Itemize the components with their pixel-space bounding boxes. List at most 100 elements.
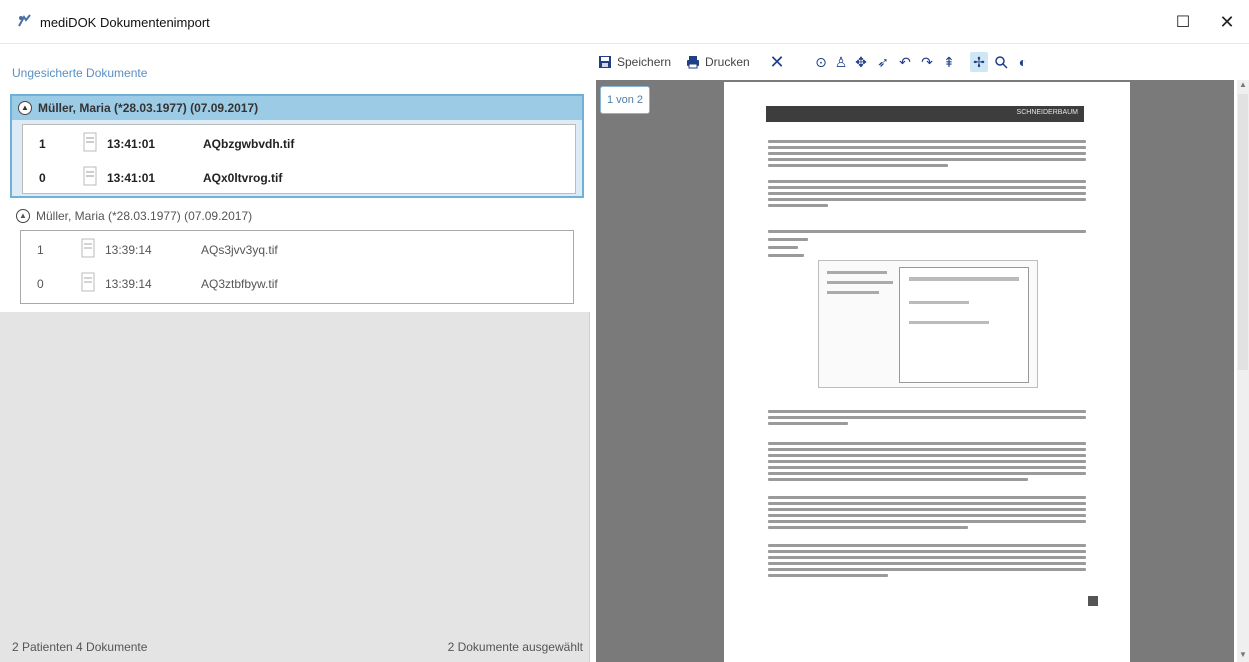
text-line [768, 254, 804, 257]
text-line [768, 568, 1086, 571]
print-button[interactable]: Drucken [684, 52, 750, 72]
page-indicator: 1 von 2 [600, 86, 650, 114]
text-line [768, 544, 1086, 547]
pan-button[interactable]: ➶ [874, 52, 892, 72]
patient-group-header[interactable]: ▲ Müller, Maria (*28.03.1977) (07.09.201… [12, 96, 582, 120]
text-line [768, 556, 1086, 559]
rotate-right-icon: ↷ [921, 53, 933, 70]
target-icon: ⊙ [815, 53, 827, 70]
text-line [768, 502, 1086, 505]
text-line [768, 520, 1086, 523]
text-line [768, 454, 1086, 457]
scroll-down-icon[interactable]: ▼ [1237, 650, 1249, 662]
text-line [768, 164, 948, 167]
text-line [768, 186, 1086, 189]
text-line [768, 204, 828, 207]
document-thumbnail-icon [81, 272, 95, 292]
arrow-icon: ➶ [877, 53, 889, 70]
document-header-bar: SCHNEIDERBAUM [766, 106, 1084, 122]
text-line [768, 198, 1086, 201]
document-list-panel: Ungesicherte Dokumente ▲ Müller, Maria (… [0, 44, 590, 662]
delete-button[interactable]: ✕ [768, 52, 786, 72]
text-line [768, 180, 1086, 183]
contrast-button[interactable]: ◐ [1014, 52, 1032, 72]
fit-button[interactable]: ✢ [970, 52, 988, 72]
text-line [768, 574, 888, 577]
vertical-scrollbar[interactable]: ▲ ▼ [1237, 80, 1249, 662]
text-line [768, 496, 1086, 499]
document-rows: 1 13:41:01 AQbzgwbvdh.tif 0 13:41:01 AQx… [22, 124, 576, 194]
embedded-screenshot [818, 260, 1038, 388]
text-line [768, 192, 1086, 195]
patient-title: Müller, Maria (*28.03.1977) (07.09.2017) [38, 101, 259, 115]
zoom-button[interactable] [992, 52, 1010, 72]
window-title: mediDOK Dokumentenimport [40, 15, 210, 30]
flip-icon: ⇞ [943, 53, 955, 70]
document-row[interactable]: 0 13:39:14 AQ3ztbfbyw.tif [21, 267, 573, 301]
text-line [768, 562, 1086, 565]
move-icon: ✥ [855, 53, 867, 70]
text-line [768, 410, 1086, 413]
preview-panel: Speichern Drucken ✕ ⊙ ♙ ✥ ➶ ↶ ↷ ⇞ ✢ ◐ 1 … [590, 44, 1249, 662]
stamp-button[interactable]: ♙ [832, 52, 850, 72]
text-line [768, 238, 808, 241]
stamp-icon: ♙ [834, 53, 848, 70]
collapse-icon[interactable]: ▲ [16, 209, 30, 223]
text-line [768, 140, 1086, 143]
text-line [768, 550, 1086, 553]
document-thumbnail-icon [81, 238, 95, 258]
text-line [768, 466, 1086, 469]
move-button[interactable]: ✥ [852, 52, 870, 72]
text-line [768, 460, 1086, 463]
patient-title: Müller, Maria (*28.03.1977) (07.09.2017) [36, 209, 253, 223]
text-line [768, 152, 1086, 155]
collapse-icon[interactable]: ▲ [18, 101, 32, 115]
status-patients: 2 Patienten 4 Dokumente [12, 640, 148, 654]
document-header-title: SCHNEIDERBAUM [1016, 109, 1078, 116]
patient-group-2[interactable]: ▲ Müller, Maria (*28.03.1977) (07.09.201… [10, 204, 584, 306]
text-line [768, 472, 1086, 475]
printer-icon [684, 53, 702, 71]
rotate-left-button[interactable]: ↶ [896, 52, 914, 72]
app-icon [18, 14, 31, 27]
text-line [768, 146, 1086, 149]
text-line [768, 526, 968, 529]
text-line [768, 442, 1086, 445]
zoom-icon [992, 53, 1010, 71]
status-selected: 2 Dokumente ausgewählt [447, 640, 583, 654]
scroll-up-icon[interactable]: ▲ [1237, 80, 1249, 92]
document-rows: 1 13:39:14 AQs3jvv3yq.tif 0 13:39:14 AQ3… [20, 230, 574, 304]
close-button[interactable]: ✕ [1212, 8, 1242, 36]
document-row[interactable]: 1 13:41:01 AQbzgwbvdh.tif [23, 127, 575, 161]
text-line [768, 246, 798, 249]
rotate-left-icon: ↶ [899, 53, 911, 70]
fit-to-page-icon: ✢ [973, 53, 985, 70]
patient-group-header[interactable]: ▲ Müller, Maria (*28.03.1977) (07.09.201… [10, 204, 584, 228]
text-line [768, 514, 1086, 517]
text-line [768, 478, 1028, 481]
rotate-right-button[interactable]: ↷ [918, 52, 936, 72]
page-footer-marker [1088, 596, 1098, 606]
close-x-icon: ✕ [769, 51, 785, 72]
section-title-unsaved[interactable]: Ungesicherte Dokumente [12, 66, 147, 80]
document-viewer[interactable]: 1 von 2 SCHNEIDERBAUM [596, 80, 1234, 662]
save-button[interactable]: Speichern [596, 52, 671, 72]
text-line [768, 416, 1086, 419]
save-icon [596, 53, 614, 71]
title-bar: mediDOK Dokumentenimport ☐ ✕ [0, 0, 1249, 44]
flip-button[interactable]: ⇞ [940, 52, 958, 72]
target-button[interactable]: ⊙ [812, 52, 830, 72]
text-line [768, 448, 1086, 451]
document-thumbnail-icon [83, 166, 97, 186]
text-line [768, 158, 1086, 161]
document-page: SCHNEIDERBAUM [724, 82, 1130, 662]
document-thumbnail-icon [83, 132, 97, 152]
scrollbar-thumb[interactable] [1238, 94, 1248, 370]
document-row[interactable]: 1 13:39:14 AQs3jvv3yq.tif [21, 233, 573, 267]
document-row[interactable]: 0 13:41:01 AQx0ltvrog.tif [23, 161, 575, 195]
maximize-button[interactable]: ☐ [1168, 8, 1198, 36]
text-line [768, 508, 1086, 511]
viewer-toolbar: Speichern Drucken ✕ ⊙ ♙ ✥ ➶ ↶ ↷ ⇞ ✢ ◐ [590, 44, 1249, 80]
patient-group-1[interactable]: ▲ Müller, Maria (*28.03.1977) (07.09.201… [10, 94, 584, 198]
text-line [768, 422, 848, 425]
